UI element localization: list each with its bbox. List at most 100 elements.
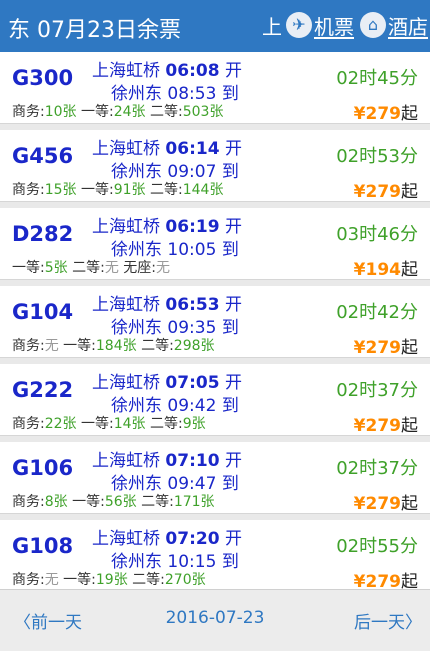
arrival-word: 到 [221, 84, 239, 104]
plane-icon[interactable]: ✈ [286, 12, 312, 38]
yen-sign: ¥ [353, 104, 366, 124]
seat-class-label: 二等: [132, 572, 165, 588]
departure-info: 上海虹桥 06:53 开 [92, 290, 242, 315]
page-title: 东 07月23日余票 [8, 18, 181, 43]
price: ¥279起 [354, 489, 418, 514]
seat-class-label: 二等: [72, 260, 105, 276]
departure-station: 上海虹桥 [92, 217, 160, 237]
flight-link[interactable]: 机票 [314, 11, 354, 40]
train-card[interactable]: G108 上海虹桥 07:20 开徐州东 10:15 到 02时55分 商务:无 一等… [0, 520, 430, 589]
seat-class-label: 一等: [63, 338, 96, 354]
seat-class-label: 无座: [123, 260, 156, 276]
seat-class-label: 一等: [12, 260, 45, 276]
price-suffix: 起 [401, 104, 418, 124]
departure-time: 06:19 [165, 217, 220, 237]
price-suffix: 起 [401, 572, 418, 589]
train-card[interactable]: G104 上海虹桥 06:53 开徐州东 09:35 到 02时42分 商务:无 一等… [0, 286, 430, 358]
seat-count: 14张 [113, 416, 146, 432]
departure-time: 07:05 [165, 373, 220, 393]
price-amount: 279 [365, 182, 402, 202]
departure-time: 06:53 [165, 295, 220, 315]
seat-count: 270张 [164, 572, 206, 588]
seat-count: 91张 [113, 182, 146, 198]
seat-availability: 商务:10张 一等:24张 二等:503张 [12, 101, 223, 121]
seat-count: 184张 [95, 338, 137, 354]
arrival-word: 到 [221, 552, 239, 572]
travel-duration: 03时46分 [336, 224, 418, 245]
price-amount: 279 [365, 572, 402, 589]
departure-time: 07:20 [165, 529, 220, 549]
departure-word: 开 [224, 139, 242, 159]
yen-sign: ¥ [353, 572, 366, 589]
travel-duration: 02时42分 [336, 302, 418, 323]
price: ¥279起 [354, 177, 418, 202]
current-date[interactable]: 2016-07-23 [166, 608, 265, 628]
seat-count: 144张 [182, 182, 224, 198]
seat-count: 19张 [95, 572, 128, 588]
yen-sign: ¥ [353, 494, 366, 514]
train-number: G108 [12, 534, 74, 558]
departure-word: 开 [224, 217, 242, 237]
train-number: G456 [12, 144, 74, 168]
departure-station: 上海虹桥 [92, 295, 160, 315]
departure-word: 开 [224, 451, 242, 471]
seat-availability: 商务:8张 一等:56张 二等:171张 [12, 491, 215, 511]
seat-availability: 一等:5张 二等:无 无座:无 [12, 257, 170, 277]
arrival-word: 到 [221, 474, 239, 494]
travel-duration: 02时45分 [336, 68, 418, 89]
seat-class-label: 商务: [12, 572, 45, 588]
seat-count: 56张 [104, 494, 137, 510]
hotel-icon[interactable]: ⌂ [360, 12, 386, 38]
train-card[interactable]: G456 上海虹桥 06:14 开徐州东 09:07 到 02时53分 商务:15张 … [0, 130, 430, 202]
yen-sign: ¥ [353, 260, 366, 280]
header-shang-text: 上 [262, 14, 282, 39]
departure-info: 上海虹桥 06:08 开 [92, 56, 242, 81]
price-amount: 279 [365, 338, 402, 358]
departure-word: 开 [224, 61, 242, 81]
travel-duration: 02时37分 [336, 380, 418, 401]
arrival-word: 到 [221, 240, 239, 260]
price-suffix: 起 [401, 416, 418, 436]
price: ¥279起 [354, 333, 418, 358]
train-card[interactable]: G300 上海虹桥 06:08 开徐州东 08:53 到 02时45分 商务:10张 … [0, 52, 430, 124]
seat-count: 5张 [44, 260, 68, 276]
travel-duration: 02时53分 [336, 146, 418, 167]
seat-class-label: 二等: [150, 182, 183, 198]
train-number: G222 [12, 378, 74, 402]
seat-class-label: 二等: [150, 416, 183, 432]
departure-info: 上海虹桥 06:14 开 [92, 134, 242, 159]
prev-day-button[interactable]: 〈前一天 [14, 608, 82, 633]
seat-class-label: 一等: [81, 182, 114, 198]
seat-class-label: 二等: [141, 338, 174, 354]
arrival-time: 10:05 [167, 240, 217, 260]
price: ¥194起 [354, 255, 418, 280]
app-header: 东 07月23日余票 上 ✈ 机票 ⌂ 酒店 [0, 0, 430, 52]
departure-time: 06:08 [165, 61, 220, 81]
train-card[interactable]: G106 上海虹桥 07:10 开徐州东 09:47 到 02时37分 商务:8张 一… [0, 442, 430, 514]
next-day-label: 后一天 [354, 613, 405, 633]
seat-count: 9张 [182, 416, 206, 432]
seat-count: 503张 [182, 104, 224, 120]
seat-count: 8张 [44, 494, 68, 510]
travel-duration: 02时55分 [336, 536, 418, 557]
departure-time: 07:10 [165, 451, 220, 471]
departure-station: 上海虹桥 [92, 451, 160, 471]
header-links: 上 ✈ 机票 ⌂ 酒店 [262, 10, 428, 40]
train-card[interactable]: G222 上海虹桥 07:05 开徐州东 09:42 到 02时37分 商务:22张 … [0, 364, 430, 436]
next-day-button[interactable]: 后一天〉 [354, 608, 422, 633]
seat-count: 22张 [44, 416, 77, 432]
seat-class-label: 商务: [12, 416, 45, 432]
train-list: G300 上海虹桥 06:08 开徐州东 08:53 到 02时45分 商务:10张 … [0, 52, 430, 589]
price-amount: 194 [365, 260, 402, 280]
train-card[interactable]: D282 上海虹桥 06:19 开徐州东 10:05 到 03时46分 一等:5张 二… [0, 208, 430, 280]
seat-class-label: 二等: [150, 104, 183, 120]
yen-sign: ¥ [353, 182, 366, 202]
seat-class-label: 二等: [141, 494, 174, 510]
seat-class-label: 一等: [81, 104, 114, 120]
prev-day-label: 前一天 [31, 613, 82, 633]
price-amount: 279 [365, 416, 402, 436]
departure-info: 上海虹桥 07:05 开 [92, 368, 242, 393]
arrival-word: 到 [221, 396, 239, 416]
arrival-word: 到 [221, 162, 239, 182]
hotel-link[interactable]: 酒店 [388, 11, 428, 40]
